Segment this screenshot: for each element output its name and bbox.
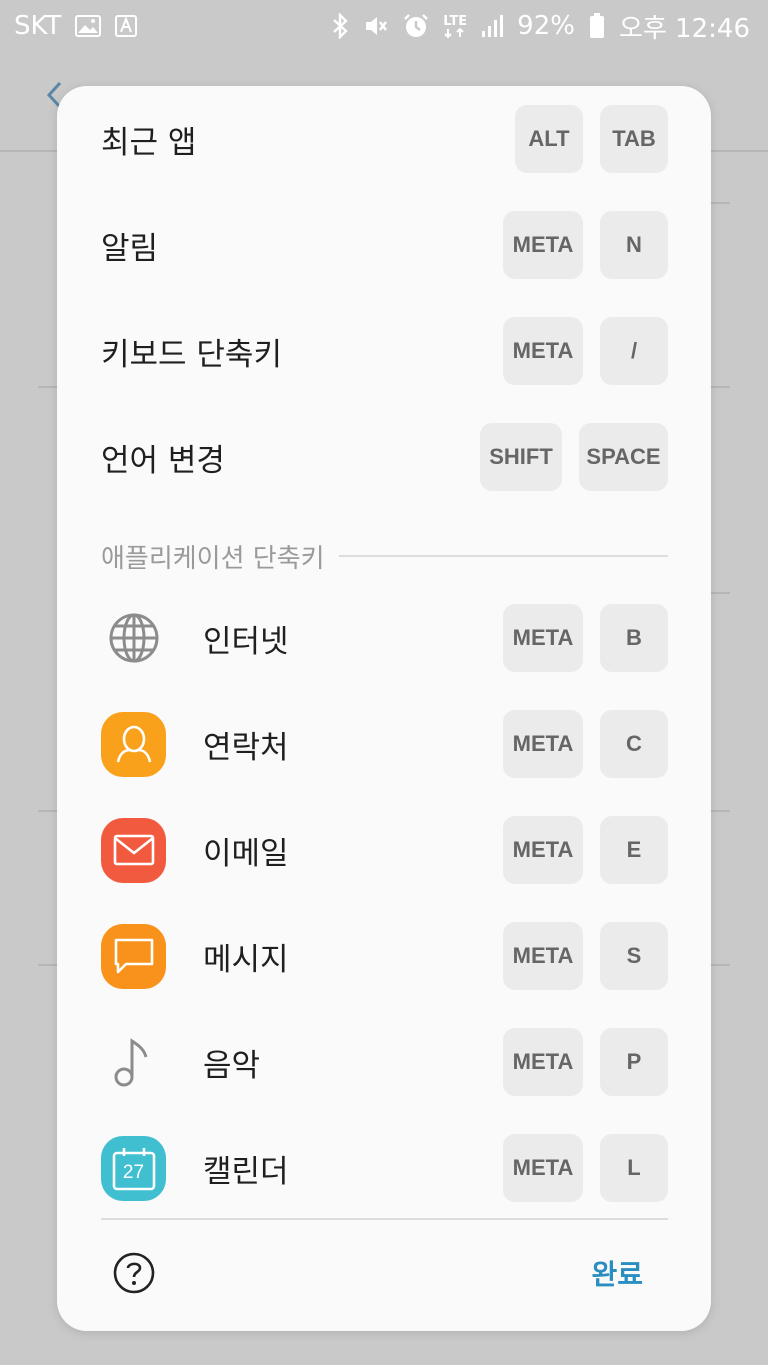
key-combo: META E bbox=[503, 816, 668, 884]
app-shortcut-row-messages: 메시지 META S bbox=[57, 903, 711, 1009]
key-cap: SHIFT bbox=[480, 423, 562, 491]
key-combo: META N bbox=[503, 211, 668, 279]
key-combo: META C bbox=[503, 710, 668, 778]
battery-percent: 92% bbox=[517, 11, 575, 41]
background-divider bbox=[710, 810, 730, 812]
app-label: 이메일 bbox=[203, 835, 289, 872]
shortcut-label: 키보드 단축키 bbox=[101, 336, 282, 373]
key-cap: META bbox=[503, 1134, 583, 1202]
key-cap: TAB bbox=[600, 105, 668, 173]
shortcut-row-change-language: 언어 변경 SHIFT SPACE bbox=[57, 404, 711, 510]
clock-label: 오후 12:46 bbox=[618, 13, 750, 44]
email-icon bbox=[101, 817, 166, 883]
app-shortcut-row-music: 음악 META P bbox=[57, 1009, 711, 1115]
key-cap: META bbox=[503, 816, 583, 884]
shortcut-label: 최근 앱 bbox=[101, 124, 197, 161]
background-divider bbox=[38, 386, 58, 388]
help-icon[interactable] bbox=[112, 1251, 156, 1295]
done-button[interactable]: 완료 bbox=[591, 1253, 643, 1293]
key-cap: / bbox=[600, 317, 668, 385]
key-cap: C bbox=[600, 710, 668, 778]
mute-icon bbox=[363, 13, 389, 39]
image-icon bbox=[75, 15, 102, 37]
shortcut-label: 언어 변경 bbox=[101, 442, 225, 479]
key-cap: E bbox=[600, 816, 668, 884]
key-combo: META L bbox=[503, 1134, 668, 1202]
key-cap: L bbox=[600, 1134, 668, 1202]
key-cap: META bbox=[503, 922, 583, 990]
shortcut-row-keyboard-shortcuts: 키보드 단축키 META / bbox=[57, 298, 711, 404]
key-cap: N bbox=[600, 211, 668, 279]
a-badge-icon bbox=[115, 15, 138, 37]
footer-divider bbox=[101, 1218, 668, 1220]
status-right: LTE 92% 오후 12:46 bbox=[331, 8, 750, 45]
key-cap: S bbox=[600, 922, 668, 990]
battery-icon bbox=[589, 13, 605, 39]
key-combo: META B bbox=[503, 604, 668, 672]
background-divider bbox=[710, 202, 730, 204]
network-label: LTE bbox=[443, 13, 468, 29]
key-cap: META bbox=[503, 1028, 583, 1096]
keyboard-shortcuts-dialog: 최근 앱 ALT TAB 알림 META N 키보드 단축키 META / 언어… bbox=[57, 86, 711, 1331]
lte-icon: LTE bbox=[443, 15, 467, 38]
app-label: 캘린더 bbox=[203, 1153, 289, 1190]
key-combo: META S bbox=[503, 922, 668, 990]
shortcut-row-recent-apps: 최근 앱 ALT TAB bbox=[57, 86, 711, 192]
key-cap: ALT bbox=[515, 105, 583, 173]
carrier-label: SKT bbox=[14, 11, 62, 41]
status-left: SKT bbox=[14, 11, 138, 41]
music-note-icon bbox=[101, 1030, 166, 1095]
key-cap: META bbox=[503, 604, 583, 672]
app-shortcut-row-contacts: 연락처 META C bbox=[57, 691, 711, 797]
background-divider bbox=[38, 964, 58, 966]
app-label: 메시지 bbox=[203, 941, 289, 978]
key-cap: P bbox=[600, 1028, 668, 1096]
key-combo: META / bbox=[503, 317, 668, 385]
key-cap: META bbox=[503, 317, 583, 385]
app-shortcuts-header: 애플리케이션 단축키 bbox=[101, 536, 668, 576]
message-icon bbox=[101, 923, 166, 989]
key-cap: B bbox=[600, 604, 668, 672]
calendar-icon: 27 bbox=[101, 1135, 166, 1201]
section-title: 애플리케이션 단축키 bbox=[101, 543, 325, 574]
contacts-icon bbox=[101, 711, 166, 777]
shortcut-row-notifications: 알림 META N bbox=[57, 192, 711, 298]
background-divider bbox=[38, 810, 58, 812]
status-bar: SKT LTE 92% 오후 12:46 bbox=[0, 0, 768, 52]
globe-icon bbox=[101, 606, 166, 671]
alarm-icon bbox=[403, 13, 429, 39]
app-shortcut-row-internet: 인터넷 META B bbox=[57, 585, 711, 691]
app-shortcut-row-email: 이메일 META E bbox=[57, 797, 711, 903]
key-combo: SHIFT SPACE bbox=[480, 423, 668, 491]
key-combo: ALT TAB bbox=[515, 105, 668, 173]
signal-icon bbox=[481, 14, 504, 38]
section-divider bbox=[338, 555, 668, 557]
key-cap: SPACE bbox=[579, 423, 668, 491]
app-label: 인터넷 bbox=[203, 623, 289, 660]
background-divider bbox=[710, 592, 730, 594]
app-label: 연락처 bbox=[203, 729, 289, 766]
background-divider bbox=[710, 964, 730, 966]
background-divider bbox=[710, 386, 730, 388]
bluetooth-icon bbox=[331, 13, 349, 39]
shortcut-label: 알림 bbox=[101, 230, 159, 267]
key-cap: META bbox=[503, 710, 583, 778]
app-label: 음악 bbox=[203, 1047, 261, 1084]
calendar-day-number: 27 bbox=[122, 1162, 145, 1183]
key-cap: META bbox=[503, 211, 583, 279]
app-shortcut-row-calendar: 27 캘린더 META L bbox=[57, 1115, 711, 1221]
key-combo: META P bbox=[503, 1028, 668, 1096]
